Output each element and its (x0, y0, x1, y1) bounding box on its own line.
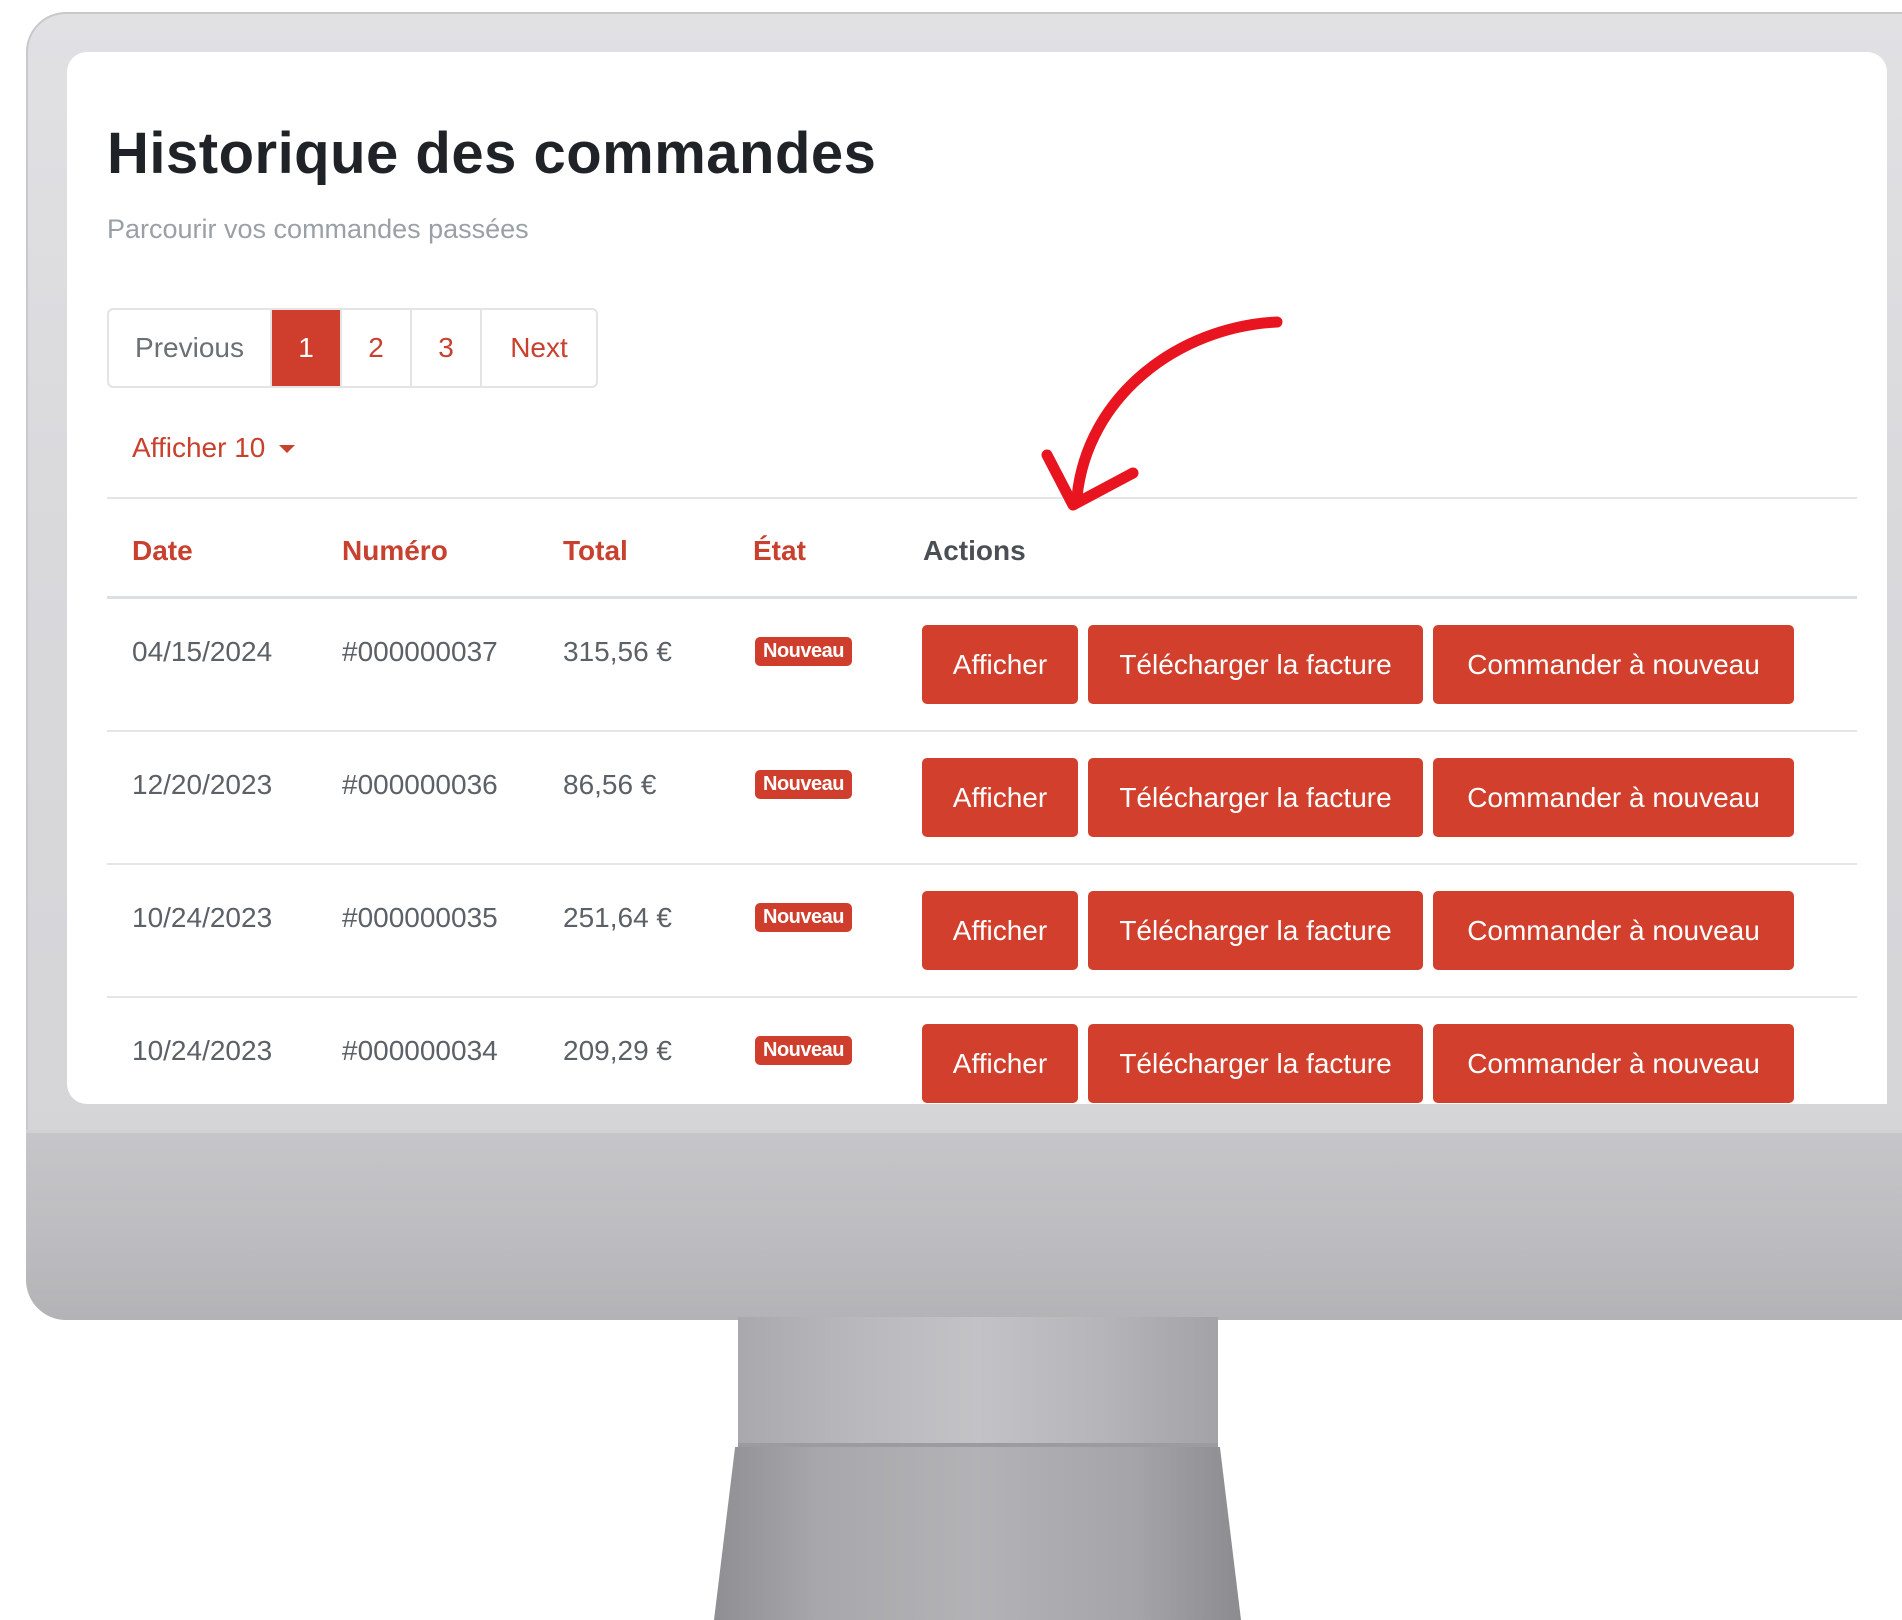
order-date: 10/24/2023 (132, 1035, 273, 1066)
download-invoice-button[interactable]: Télécharger la facture (1088, 625, 1423, 704)
column-header-date[interactable]: Date (132, 535, 193, 567)
reorder-button[interactable]: Commander à nouveau (1433, 758, 1794, 837)
pagination-page-2[interactable]: 2 (342, 310, 412, 386)
page-size-label: Afficher 10 (132, 432, 266, 463)
view-order-button[interactable]: Afficher (922, 1024, 1078, 1103)
download-invoice-button[interactable]: Télécharger la facture (1088, 1024, 1423, 1103)
order-total: 315,56 € (563, 636, 672, 667)
order-total: 251,64 € (563, 902, 672, 933)
status-badge: Nouveau (755, 770, 852, 799)
column-header-total[interactable]: Total (563, 535, 628, 567)
pagination: Previous 1 2 3 Next (107, 308, 598, 388)
monitor-chin (26, 1130, 1902, 1320)
status-badge: Nouveau (755, 903, 852, 932)
order-total: 86,56 € (563, 769, 657, 800)
order-date: 12/20/2023 (132, 769, 273, 800)
order-total: 209,29 € (563, 1035, 672, 1066)
pagination-page-3[interactable]: 3 (412, 310, 482, 386)
table-row: 04/15/2024 #000000037 315,56 € Nouveau A… (107, 599, 1857, 732)
download-invoice-button[interactable]: Télécharger la facture (1088, 891, 1423, 970)
table-row: 10/24/2023 #000000034 209,29 € Nouveau A… (107, 998, 1857, 1104)
reorder-button[interactable]: Commander à nouveau (1433, 625, 1794, 704)
reorder-button[interactable]: Commander à nouveau (1433, 891, 1794, 970)
download-invoice-button[interactable]: Télécharger la facture (1088, 758, 1423, 837)
order-date: 04/15/2024 (132, 636, 273, 667)
curved-arrow-icon (1041, 316, 1283, 511)
order-date: 10/24/2023 (132, 902, 273, 933)
pagination-page-1[interactable]: 1 (272, 310, 342, 386)
table-row: 10/24/2023 #000000035 251,64 € Nouveau A… (107, 865, 1857, 998)
view-order-button[interactable]: Afficher (922, 758, 1078, 837)
order-number: #000000036 (342, 769, 498, 800)
table-row: 12/20/2023 #000000036 86,56 € Nouveau Af… (107, 732, 1857, 865)
column-header-number[interactable]: Numéro (342, 535, 448, 567)
view-order-button[interactable]: Afficher (922, 891, 1078, 970)
status-badge: Nouveau (755, 1036, 852, 1065)
view-order-button[interactable]: Afficher (922, 625, 1078, 704)
page-title: Historique des commandes (107, 121, 877, 186)
pagination-next-button[interactable]: Next (482, 310, 596, 386)
column-header-actions: Actions (923, 535, 1026, 566)
reorder-button[interactable]: Commander à nouveau (1433, 1024, 1794, 1103)
status-badge: Nouveau (755, 637, 852, 666)
order-number: #000000034 (342, 1035, 498, 1066)
page-subtitle: Parcourir vos commandes passées (107, 214, 529, 244)
monitor-mockup: Historique des commandes Parcourir vos c… (0, 0, 1902, 1620)
column-header-status[interactable]: État (753, 535, 806, 567)
screen: Historique des commandes Parcourir vos c… (67, 52, 1887, 1104)
caret-down-icon (279, 445, 296, 453)
order-number: #000000037 (342, 636, 498, 667)
order-number: #000000035 (342, 902, 498, 933)
pagination-previous-button[interactable]: Previous (109, 310, 272, 386)
page-size-dropdown[interactable]: Afficher 10 (132, 432, 296, 464)
monitor-stand-foot (714, 1447, 1241, 1620)
table-header: Date Numéro Total État Actions (107, 499, 1857, 599)
monitor-stand-neck (738, 1317, 1218, 1447)
